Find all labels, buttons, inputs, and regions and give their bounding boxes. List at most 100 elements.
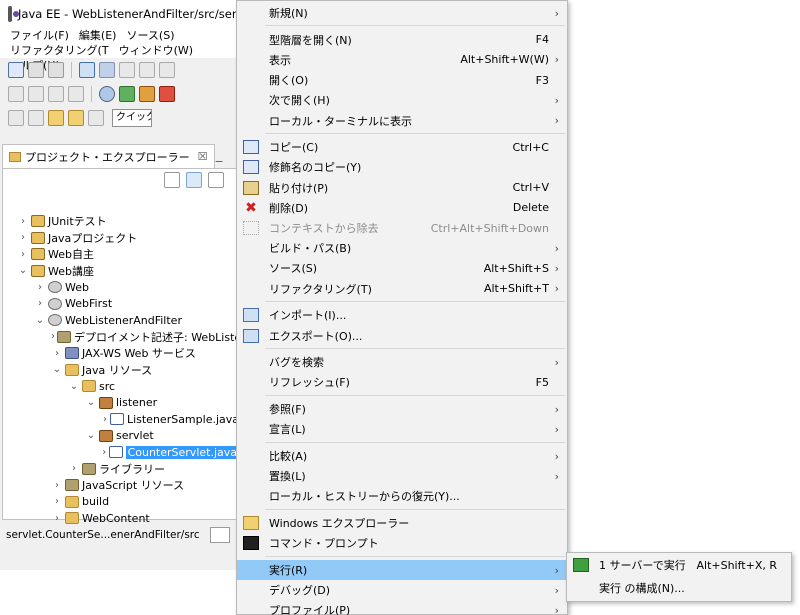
menu-item[interactable]: 宣言(L) › <box>237 419 567 439</box>
menu-item[interactable]: コマンド・プロンプト <box>237 533 567 553</box>
menu-item[interactable]: 開く(O) F3 <box>237 70 567 90</box>
step-over-icon[interactable] <box>48 86 64 102</box>
resume-icon[interactable] <box>119 62 135 78</box>
skip-breakpoints-icon[interactable] <box>99 62 115 78</box>
tree-item[interactable]: › CounterServlet.java <box>3 444 237 460</box>
expand-right-icon[interactable]: › <box>34 282 46 293</box>
expand-down-icon[interactable]: ⌄ <box>17 265 29 276</box>
suspend-icon[interactable] <box>139 62 155 78</box>
expand-right-icon[interactable]: › <box>17 216 29 227</box>
debug-icon[interactable] <box>139 86 155 102</box>
console-icon[interactable] <box>79 62 95 78</box>
expand-right-icon[interactable]: › <box>51 513 63 524</box>
menu-item[interactable]: エクスポート(O)... <box>237 326 567 346</box>
debug-step-icon[interactable] <box>8 86 24 102</box>
last-edit-icon[interactable] <box>48 110 64 126</box>
tree-item[interactable]: › Web <box>3 279 237 295</box>
tree-item[interactable]: › Javaプロジェクト <box>3 230 237 246</box>
new-icon[interactable] <box>8 62 24 78</box>
tree-item[interactable]: ⌄ src <box>3 378 237 394</box>
menu-item[interactable]: コンテキストから除去 Ctrl+Alt+Shift+Down <box>237 218 567 238</box>
menu-item[interactable]: 貼り付け(P) Ctrl+V <box>237 178 567 198</box>
menu-item[interactable]: 実行 の構成(N)... <box>567 578 791 598</box>
expand-right-icon[interactable]: › <box>68 463 80 474</box>
menu-item[interactable]: ローカル・ヒストリーからの復元(Y)... <box>237 486 567 506</box>
menu-item[interactable]: リフレッシュ(F) F5 <box>237 372 567 392</box>
step-into-icon[interactable] <box>28 86 44 102</box>
expand-right-icon[interactable]: › <box>51 348 63 359</box>
tree-item[interactable]: › ライブラリー <box>3 461 237 477</box>
view-menu-icon[interactable] <box>208 172 224 188</box>
menu-item[interactable]: Windows エクスプローラー <box>237 513 567 533</box>
menu-item[interactable]: 比較(A) › <box>237 446 567 466</box>
back-icon[interactable] <box>68 110 84 126</box>
save-all-icon[interactable] <box>48 62 64 78</box>
run-icon[interactable] <box>119 86 135 102</box>
step-return-icon[interactable] <box>68 86 84 102</box>
menu-item[interactable]: 実行(R) › <box>237 560 567 580</box>
menu-item[interactable]: 新規(N) › <box>237 3 567 23</box>
menu-item[interactable]: 1 サーバーで実行 Alt+Shift+X, R <box>567 555 791 575</box>
quick-access-input[interactable]: クイック <box>112 109 152 127</box>
expand-right-icon[interactable]: › <box>51 480 63 491</box>
menu-file[interactable]: ファイル(F) <box>10 28 69 43</box>
expand-down-icon[interactable]: ⌄ <box>34 315 46 326</box>
tree-item[interactable]: › WebFirst <box>3 296 237 312</box>
minimize-view-icon[interactable]: − <box>215 155 224 168</box>
menu-item[interactable]: バグを検索 › <box>237 352 567 372</box>
tree-item[interactable]: › build <box>3 494 237 510</box>
tree-item[interactable]: ⌄ servlet <box>3 428 237 444</box>
expand-right-icon[interactable]: › <box>17 249 29 260</box>
menu-item[interactable]: ソース(S) Alt+Shift+S › <box>237 258 567 278</box>
previous-annotation-icon[interactable] <box>28 110 44 126</box>
menu-item[interactable]: インポート(I)... <box>237 305 567 325</box>
tab-project-explorer[interactable]: プロジェクト・エクスプローラー ☒ <box>2 144 215 168</box>
menu-item[interactable]: ローカル・ターミナルに表示 › <box>237 111 567 131</box>
stop-icon[interactable] <box>159 86 175 102</box>
menu-item[interactable]: デバッグ(D) › <box>237 580 567 600</box>
terminate-icon[interactable] <box>159 62 175 78</box>
tree-item[interactable]: ⌄ Java リソース <box>3 362 237 378</box>
close-tab-icon[interactable]: ☒ <box>198 150 208 163</box>
tree-item[interactable]: ⌄ WebListenerAndFilter <box>3 312 237 328</box>
expand-down-icon[interactable]: ⌄ <box>68 381 80 392</box>
menu-item[interactable]: リファクタリング(T) Alt+Shift+T › <box>237 279 567 299</box>
menu-window[interactable]: ウィンドウ(W) <box>119 43 193 58</box>
menu-item[interactable]: 次で開く(H) › <box>237 90 567 110</box>
menu-source[interactable]: ソース(S) <box>126 28 174 43</box>
tree-item[interactable]: › JavaScript リソース <box>3 477 237 493</box>
tree-item[interactable]: › JAX-WS Web サービス <box>3 345 237 361</box>
tree-item[interactable]: › Web自主 <box>3 246 237 262</box>
menu-item[interactable]: コピー(C) Ctrl+C <box>237 137 567 157</box>
expand-down-icon[interactable]: ⌄ <box>85 397 97 408</box>
expand-right-icon[interactable]: › <box>34 298 46 309</box>
menu-item[interactable]: プロファイル(P) › <box>237 600 567 615</box>
tree-item[interactable]: › ListenerSample.java <box>3 411 237 427</box>
menu-item[interactable]: 参照(F) › <box>237 399 567 419</box>
tree-item[interactable]: › JUnitテスト <box>3 213 237 229</box>
link-with-editor-icon[interactable] <box>186 172 202 188</box>
menu-item[interactable]: 修飾名のコピー(Y) <box>237 157 567 177</box>
tree-item[interactable]: › デプロイメント記述子: WebListene <box>3 329 237 345</box>
collapse-all-icon[interactable] <box>164 172 180 188</box>
tree-item[interactable]: ⌄ listener <box>3 395 237 411</box>
expand-right-icon[interactable]: › <box>51 331 55 342</box>
expand-down-icon[interactable]: ⌄ <box>85 430 97 441</box>
menu-edit[interactable]: 編集(E) <box>79 28 117 43</box>
tree-item[interactable]: ⌄ Web講座 <box>3 263 237 279</box>
menu-refactor[interactable]: リファクタリング(T <box>10 43 109 58</box>
forward-icon[interactable] <box>88 110 104 126</box>
menu-item[interactable]: ✖ 削除(D) Delete <box>237 198 567 218</box>
expand-down-icon[interactable]: ⌄ <box>51 364 63 375</box>
expand-right-icon[interactable]: › <box>51 496 63 507</box>
save-icon[interactable] <box>28 62 44 78</box>
menu-item[interactable]: 置換(L) › <box>237 466 567 486</box>
search-icon[interactable] <box>209 527 230 543</box>
expand-right-icon[interactable]: › <box>102 414 108 425</box>
expand-right-icon[interactable]: › <box>17 232 29 243</box>
menu-item[interactable]: 表示 Alt+Shift+W(W) › <box>237 50 567 70</box>
menu-item[interactable]: ビルド・パス(B) › <box>237 238 567 258</box>
globe-icon[interactable] <box>99 86 115 102</box>
expand-right-icon[interactable]: › <box>102 447 107 458</box>
menu-item[interactable]: 型階層を開く(N) F4 <box>237 30 567 50</box>
